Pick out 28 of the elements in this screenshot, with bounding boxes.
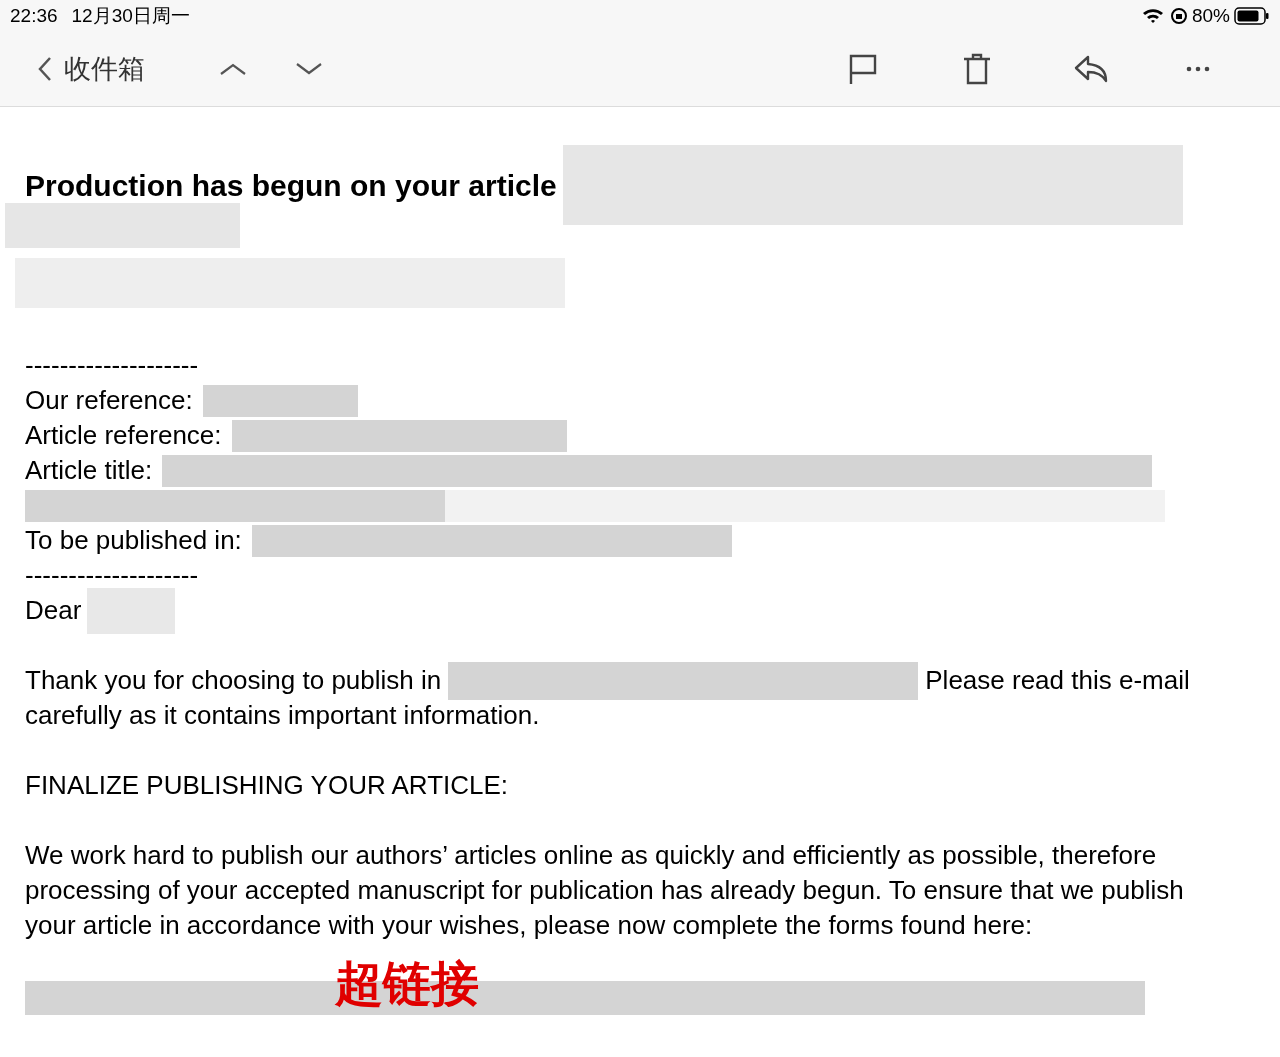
next-message-icon[interactable] bbox=[295, 62, 323, 76]
intro-text: Please read this e-mail bbox=[925, 664, 1190, 697]
flag-icon[interactable] bbox=[848, 53, 878, 85]
wifi-icon bbox=[1141, 8, 1164, 24]
intro-text: Thank you for choosing to publish in bbox=[25, 664, 442, 697]
field-label: Article title: bbox=[25, 454, 153, 487]
previous-message-icon[interactable] bbox=[219, 62, 247, 76]
intro-text: carefully as it contains important information. bbox=[25, 700, 540, 730]
status-date: 12月30日周一 bbox=[71, 3, 190, 28]
battery-icon bbox=[1234, 7, 1270, 25]
field-label: To be published in: bbox=[25, 524, 242, 557]
annotation-label: 超链接 bbox=[335, 955, 479, 1011]
field-label: Our reference: bbox=[25, 384, 193, 417]
back-chevron-icon bbox=[38, 56, 52, 82]
trash-icon[interactable] bbox=[962, 53, 992, 85]
body-paragraph: We work hard to publish our authors’ articles online as quickly and efficiently as possible, therefore processing of your accepted manuscript for publication has already begun. To ensure that we publish your article in accordance with your wishes, please now complete the forms found here: bbox=[25, 839, 1185, 942]
reply-icon[interactable] bbox=[1074, 54, 1108, 84]
email-subject: Production has begun on your article bbox=[25, 167, 557, 203]
more-icon[interactable] bbox=[1186, 66, 1210, 72]
orientation-lock-icon bbox=[1169, 7, 1188, 25]
status-time: 22:36 bbox=[10, 3, 58, 28]
battery-percent: 80% bbox=[1191, 3, 1230, 28]
greeting: Dear bbox=[25, 594, 82, 627]
separator-line: -------------------- bbox=[25, 350, 199, 380]
separator-line: -------------------- bbox=[25, 560, 199, 590]
section-heading: FINALIZE PUBLISHING YOUR ARTICLE: bbox=[25, 770, 509, 800]
back-button[interactable]: 收件箱 bbox=[38, 48, 145, 90]
field-label: Article reference: bbox=[25, 419, 222, 452]
